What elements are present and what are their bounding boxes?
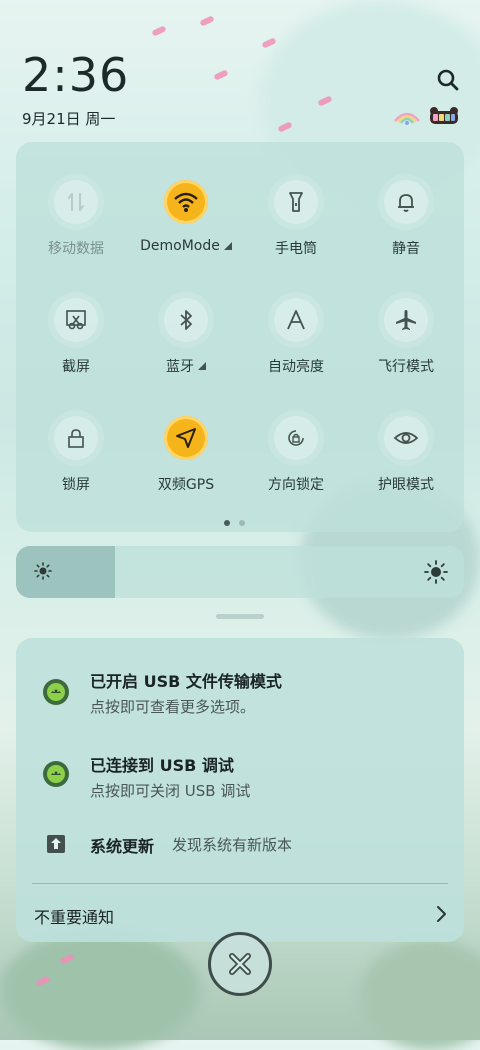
android-usb-icon <box>43 761 69 787</box>
eye-icon <box>384 416 428 460</box>
tile-label: 自动亮度 <box>268 359 324 375</box>
android-usb-icon <box>43 679 69 705</box>
tile-demo-mode[interactable]: DemoMode <box>130 180 242 254</box>
auto-brightness-icon <box>274 298 318 342</box>
airplane-icon <box>384 298 428 342</box>
divider <box>32 883 448 884</box>
notification-title: 系统更新 <box>90 837 155 856</box>
wifi-icon <box>164 180 208 224</box>
tile-eye-protection[interactable]: 护眼模式 <box>350 416 462 494</box>
bell-icon <box>384 180 428 224</box>
tile-label: 移动数据 <box>48 241 104 257</box>
close-icon <box>229 953 251 975</box>
tile-label: 静音 <box>392 241 420 257</box>
mobile-data-icon <box>54 180 98 224</box>
flashlight-icon <box>274 180 318 224</box>
notification-usb-debug[interactable]: 已连接到 USB 调试 点按即可关闭 USB 调试 <box>16 724 464 810</box>
battery-icon <box>430 107 458 124</box>
notification-system-update[interactable]: 系统更新 发现系统有新版本 <box>16 810 464 876</box>
unimportant-notifications-link[interactable]: 不重要通知 <box>34 904 114 928</box>
tile-label: 方向锁定 <box>268 477 324 493</box>
tile-label: 蓝牙 <box>166 359 194 375</box>
status-bar-icons <box>392 106 460 126</box>
notification-body: 点按即可查看更多选项。 <box>90 698 256 716</box>
notification-usb-transfer[interactable]: 已开启 USB 文件传输模式 点按即可查看更多选项。 <box>16 638 464 724</box>
tile-mobile-data[interactable]: 移动数据 <box>20 180 132 258</box>
page-indicator <box>224 520 245 526</box>
notification-body: 点按即可关闭 USB 调试 <box>90 782 251 800</box>
notification-panel: 已开启 USB 文件传输模式 点按即可查看更多选项。 已连接到 USB 调试 点… <box>16 638 464 942</box>
search-icon[interactable] <box>436 68 460 92</box>
brightness-level <box>16 546 115 598</box>
brightness-slider[interactable] <box>16 546 464 598</box>
page-dot[interactable] <box>239 520 245 526</box>
quick-settings-panel: 移动数据 DemoMode 手电筒 静音 截屏 蓝牙 自动亮度 飞行模式 锁屏 … <box>16 142 464 532</box>
sun-large-icon <box>424 560 448 584</box>
tile-flashlight[interactable]: 手电筒 <box>240 180 352 258</box>
tile-airplane[interactable]: 飞行模式 <box>350 298 462 376</box>
clock: 2:36 <box>22 48 130 102</box>
tile-screenshot[interactable]: 截屏 <box>20 298 132 376</box>
notification-title: 已开启 USB 文件传输模式 <box>90 672 282 691</box>
tile-label: 双频GPS <box>157 477 215 493</box>
tile-auto-brightness[interactable]: 自动亮度 <box>240 298 352 376</box>
tile-rotation-lock[interactable]: 方向锁定 <box>240 416 352 494</box>
notification-title: 已连接到 USB 调试 <box>90 756 234 775</box>
gps-icon <box>164 416 208 460</box>
lock-icon <box>54 416 98 460</box>
tile-label: 锁屏 <box>62 477 90 493</box>
rainbow-wifi-icon <box>394 112 420 125</box>
bluetooth-icon <box>164 298 208 342</box>
tile-label: 手电筒 <box>275 241 317 257</box>
notification-body: 发现系统有新版本 <box>172 836 293 854</box>
tile-label: 飞行模式 <box>378 359 434 375</box>
tile-label: 护眼模式 <box>378 477 434 493</box>
clear-all-button[interactable] <box>208 932 272 996</box>
tile-dual-gps[interactable]: 双频GPS <box>130 416 242 494</box>
tile-mute[interactable]: 静音 <box>350 180 462 258</box>
sun-small-icon <box>34 562 52 580</box>
system-update-icon <box>47 835 65 853</box>
drag-handle[interactable] <box>216 614 264 619</box>
tile-label: DemoMode <box>140 238 220 254</box>
rotation-lock-icon <box>274 416 318 460</box>
tile-lock-screen[interactable]: 锁屏 <box>20 416 132 494</box>
page-dot[interactable] <box>224 520 230 526</box>
screenshot-icon <box>54 298 98 342</box>
expand-icon <box>223 242 232 250</box>
expand-icon <box>198 362 206 370</box>
chevron-right-icon[interactable] <box>434 904 448 924</box>
tile-label: 截屏 <box>62 359 90 375</box>
date: 9月21日 周一 <box>22 110 116 128</box>
tile-bluetooth[interactable]: 蓝牙 <box>130 298 242 376</box>
